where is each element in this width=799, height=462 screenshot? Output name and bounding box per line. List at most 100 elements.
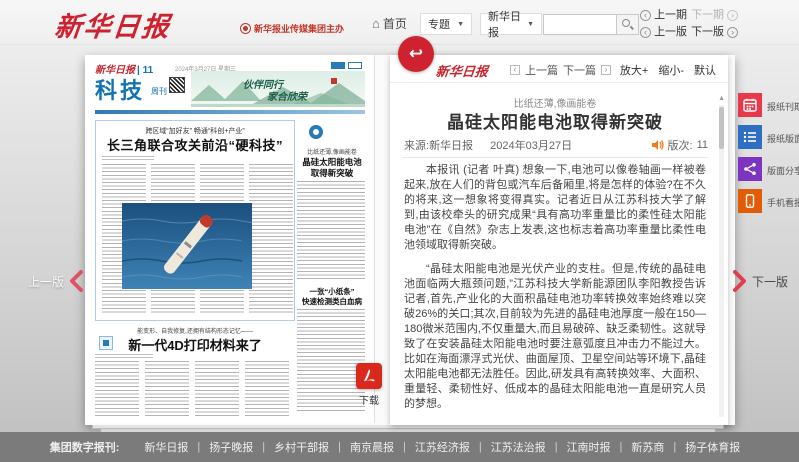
search-icon xyxy=(622,19,630,27)
pdf-download[interactable]: 下载 xyxy=(346,363,392,407)
chevron-down-icon: ▼ xyxy=(457,21,464,28)
scrollbar-track[interactable] xyxy=(719,105,724,417)
toolbar-paper-pages[interactable]: 报纸版面 xyxy=(738,125,798,149)
footer-paper-link[interactable]: 江苏法治报 xyxy=(482,439,555,455)
side-article-headline-2[interactable]: 取得新突破 xyxy=(297,167,367,179)
qr-code xyxy=(169,77,185,93)
text-lines xyxy=(249,164,293,315)
page-label: 版次: xyxy=(668,137,693,153)
next-issue-link[interactable]: 下一期 › xyxy=(691,8,738,23)
chevron-right-icon xyxy=(733,270,747,292)
section-rule xyxy=(95,110,365,114)
chevron-left-icon xyxy=(69,270,83,292)
byline-lines xyxy=(102,156,154,160)
text-lines xyxy=(95,361,139,417)
circle-right-icon: › xyxy=(727,10,738,21)
sponsor-seal-icon xyxy=(240,23,251,34)
footer-label: 集团数字报刊: xyxy=(50,439,120,455)
paragraph: “晶硅太阳能电池是光伏产业的支柱。但是,传统的晶硅电池面临两大瓶颈问题,”江苏科… xyxy=(404,262,706,412)
reader-toolbar: 新华日报 ‹ 上一篇 下一篇 › 放大+ 缩小- 默认 xyxy=(390,55,728,83)
side-article-kicker: 比纸还薄,像画能卷 xyxy=(297,147,367,156)
main-stage: 新华日报| 11 2024年3月27日 星期三 科技 周刊 伙伴同行 家合欣荣 … xyxy=(0,45,799,432)
footer-paper-link[interactable]: 扬子晚报 xyxy=(200,439,262,455)
scroll-up-icon[interactable]: ▲ xyxy=(718,95,725,102)
prev-article-icon[interactable]: ‹ xyxy=(510,65,520,75)
prev-article-link[interactable]: 上一篇 xyxy=(525,62,558,78)
sponsor-text: 新华报业传媒集团主办 xyxy=(254,22,344,35)
top-header: 新华日报 新华报业传媒集团主办 ⌂首页 专题 ▼ 新华日报 ▼ ‹ 上一期 下一… xyxy=(0,0,799,45)
article-meta: 来源:新华日报 2024年03月27日 版次: 11 xyxy=(404,137,708,153)
bottom-article-headline[interactable]: 新一代4D打印材料来了 xyxy=(95,335,295,354)
nav-home[interactable]: ⌂首页 xyxy=(372,15,407,32)
red-seal-icon xyxy=(331,78,337,84)
masthead-chip xyxy=(348,62,362,69)
chevron-down-icon: ▼ xyxy=(527,21,534,28)
phone-icon xyxy=(738,189,762,213)
toolbar-share-page[interactable]: 版面分享 xyxy=(738,157,798,181)
bottom-article-kicker: 能变形、自我修复,还拥有结构形态记忆—— xyxy=(95,326,295,335)
footer-bar: 集团数字报刊: 新华日报| 扬子晚报| 乡村干部报| 南京晨报| 江苏经济报| … xyxy=(0,432,799,462)
footer-paper-link[interactable]: 新华日报 xyxy=(135,439,197,455)
article-date: 2024年03月27日 xyxy=(490,140,572,152)
home-icon: ⌂ xyxy=(372,16,380,31)
speaker-icon[interactable] xyxy=(651,139,664,151)
toolbar-paper-issues[interactable]: 报纸刊期 xyxy=(738,93,798,117)
byline-lines xyxy=(95,354,153,358)
issue-page-pager: ‹ 上一期 下一期 › ‹ 上一版 下一版 › xyxy=(640,8,738,42)
newspaper-page-thumbnail[interactable]: 新华日报| 11 2024年3月27日 星期三 科技 周刊 伙伴同行 家合欣荣 … xyxy=(85,55,375,423)
lead-article-frame: 跨区域“加好友” 畅通“科创+产业” 长三角联合攻关前沿“硬科技” xyxy=(95,120,295,321)
list-icon xyxy=(738,125,762,149)
mid-article-headline-2[interactable]: 快速检测类白血病 xyxy=(297,296,367,307)
pdf-icon xyxy=(356,363,382,389)
zoom-in-button[interactable]: 放大+ xyxy=(620,62,648,78)
next-page-nav[interactable]: 下一版 xyxy=(733,270,788,292)
search-bar xyxy=(543,14,639,35)
back-button[interactable]: ↩ xyxy=(398,36,434,72)
text-lines xyxy=(145,361,189,417)
section-subtitle: 周刊 xyxy=(151,86,167,97)
next-article-icon[interactable]: › xyxy=(601,65,611,75)
article-reader-panel: ↩ 新华日报 ‹ 上一篇 下一篇 › 放大+ 缩小- 默认 比纸还薄,像画能卷 … xyxy=(390,55,728,425)
footer-paper-link[interactable]: 扬子体育报 xyxy=(676,439,749,455)
zoom-reset-button[interactable]: 默认 xyxy=(694,62,716,78)
prev-issue-link[interactable]: ‹ 上一期 xyxy=(640,8,687,23)
masthead-chip xyxy=(331,62,345,69)
search-input[interactable] xyxy=(543,14,617,35)
lead-article-headline[interactable]: 长三角联合攻关前沿“硬科技” xyxy=(96,135,294,154)
page-number: 11 xyxy=(697,139,708,151)
back-arrow-icon: ↩ xyxy=(409,44,423,64)
pdf-download-label: 下载 xyxy=(346,392,392,407)
circle-left-icon: ‹ xyxy=(640,10,651,21)
paper-dropdown[interactable]: 新华日报 ▼ xyxy=(480,13,542,35)
section-title: 科技 xyxy=(95,73,145,105)
topics-dropdown[interactable]: 专题 ▼ xyxy=(420,13,472,35)
text-lines xyxy=(297,181,365,279)
footer-paper-link[interactable]: 江苏经济报 xyxy=(406,439,479,455)
toolbar-mobile-reading[interactable]: 手机看报 xyxy=(738,189,798,213)
source-value: 新华日报 xyxy=(429,140,473,152)
article-body: 本报讯 (记者 叶真) 想象一下,电池可以像卷轴画一样被卷起来,放在人们的背包或… xyxy=(404,163,706,421)
calendar-icon xyxy=(738,93,762,117)
sponsor-line: 新华报业传媒集团主办 xyxy=(240,22,344,35)
circle-left-icon: ‹ xyxy=(640,27,651,38)
zoom-out-button[interactable]: 缩小- xyxy=(658,62,684,78)
sea-buoy-illustration xyxy=(122,203,252,289)
next-article-link[interactable]: 下一篇 xyxy=(563,62,596,78)
source-label: 来源: xyxy=(404,140,429,152)
footer-paper-link[interactable]: 乡村干部报 xyxy=(265,439,338,455)
next-page-link[interactable]: 下一版 › xyxy=(691,25,738,40)
sea-buoy-photo xyxy=(122,203,252,289)
search-button[interactable] xyxy=(617,14,639,35)
scrollbar-thumb[interactable] xyxy=(719,107,724,149)
divider xyxy=(402,157,708,158)
share-icon xyxy=(738,157,762,181)
footer-paper-link[interactable]: 新苏商 xyxy=(622,439,673,455)
column-badge-icon xyxy=(309,125,323,139)
footer-paper-link[interactable]: 南京晨报 xyxy=(341,439,403,455)
footer-paper-link[interactable]: 江南时报 xyxy=(558,439,620,455)
banner-artwork: 伙伴同行 家合欣荣 xyxy=(191,71,365,107)
prev-page-nav[interactable]: 上一版 xyxy=(28,270,83,292)
reader-logo: 新华日报 xyxy=(435,61,489,80)
prev-page-link[interactable]: ‹ 上一版 xyxy=(640,25,687,40)
circle-right-icon: › xyxy=(727,27,738,38)
